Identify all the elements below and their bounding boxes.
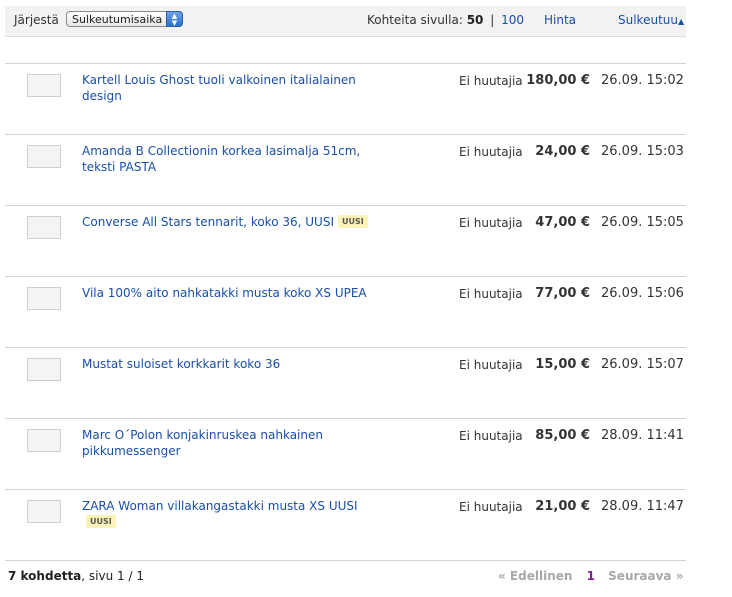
item-bids: Ei huutajia [459, 500, 523, 514]
item-thumbnail[interactable] [27, 145, 61, 168]
result-count: 7 kohdetta, sivu 1 / 1 [8, 569, 144, 583]
item-title-wrap: Converse All Stars tennarit, koko 36, UU… [82, 214, 382, 230]
item-closing-time: 26.09. 15:02 [601, 73, 684, 88]
item-list: Kartell Louis Ghost tuoli valkoinen ital… [5, 63, 686, 560]
list-item: Amanda B Collectionin korkea lasimalja 5… [5, 134, 686, 205]
item-title-link[interactable]: Amanda B Collectionin korkea lasimalja 5… [82, 144, 360, 174]
item-title-wrap: Mustat suloiset korkkarit koko 36 [82, 356, 382, 372]
item-thumbnail[interactable] [27, 500, 61, 523]
item-title-wrap: Marc O´Polon konjakinruskea nahkainen pi… [82, 427, 382, 459]
item-title-wrap: Kartell Louis Ghost tuoli valkoinen ital… [82, 72, 382, 104]
item-bids: Ei huutajia [459, 429, 523, 443]
item-price: 180,00 € [526, 73, 590, 88]
item-price: 24,00 € [535, 144, 590, 159]
per-page-50: 50 [466, 13, 484, 27]
sort-label: Järjestä [14, 13, 59, 27]
pagination: « Edellinen 1 Seuraava » [498, 569, 683, 583]
sort-select-value: Sulkeutumisaika [72, 13, 163, 26]
item-title-link[interactable]: ZARA Woman villakangastakki musta XS UUS… [82, 499, 358, 513]
item-title-wrap: ZARA Woman villakangastakki musta XS UUS… [82, 498, 382, 530]
per-page-separator: | [490, 13, 495, 27]
item-bids: Ei huutajia [459, 216, 523, 230]
sort-by-price-link[interactable]: Hinta [544, 13, 576, 27]
list-item: ZARA Woman villakangastakki musta XS UUS… [5, 489, 686, 560]
item-closing-time: 26.09. 15:03 [601, 144, 684, 159]
list-bottom-divider [5, 560, 686, 561]
item-price: 47,00 € [535, 215, 590, 230]
item-bids: Ei huutajia [459, 358, 523, 372]
list-item: Converse All Stars tennarit, koko 36, UU… [5, 205, 686, 276]
item-price: 15,00 € [535, 357, 590, 372]
item-title-link[interactable]: Kartell Louis Ghost tuoli valkoinen ital… [82, 73, 356, 103]
item-title-link[interactable]: Converse All Stars tennarit, koko 36, UU… [82, 215, 334, 229]
list-item: Mustat suloiset korkkarit koko 36 Ei huut… [5, 347, 686, 418]
item-bids: Ei huutajia [459, 74, 523, 88]
item-price: 21,00 € [535, 499, 590, 514]
item-closing-time: 28.09. 11:47 [601, 499, 684, 514]
item-title-wrap: Amanda B Collectionin korkea lasimalja 5… [82, 143, 382, 175]
item-bids: Ei huutajia [459, 287, 523, 301]
new-badge: UUSI [86, 515, 116, 528]
result-count-pages: , sivu 1 / 1 [81, 569, 144, 583]
per-page-control: Kohteita sivulla: 50 | 100 [367, 13, 524, 27]
item-closing-time: 26.09. 15:06 [601, 286, 684, 301]
updown-arrows-icon: ▲ ▼ [166, 11, 183, 27]
current-page-number: 1 [586, 569, 595, 583]
item-title-link[interactable]: Mustat suloiset korkkarit koko 36 [82, 357, 280, 371]
toolbar: Järjestä Sulkeutumisaika ▲ ▼ Kohteita siv… [5, 6, 686, 37]
new-badge: UUSI [337, 215, 368, 228]
item-thumbnail[interactable] [27, 429, 61, 452]
item-closing-time: 26.09. 15:07 [601, 357, 684, 372]
result-count-bold: 7 kohdetta [8, 569, 82, 583]
item-closing-time: 26.09. 15:05 [601, 215, 684, 230]
sort-ascending-icon: ▲ [677, 17, 685, 26]
sort-by-closing-link[interactable]: Sulkeutuu▲ [618, 13, 684, 27]
previous-page-link: « Edellinen [498, 569, 573, 583]
next-page-link: Seuraava » [608, 569, 684, 583]
closing-header-label: Sulkeutuu [618, 13, 678, 27]
item-thumbnail[interactable] [27, 74, 61, 97]
list-item: Vila 100% aito nahkatakki musta koko XS … [5, 276, 686, 347]
list-item: Kartell Louis Ghost tuoli valkoinen ital… [5, 63, 686, 134]
per-page-label: Kohteita sivulla: [367, 13, 463, 27]
list-item: Marc O´Polon konjakinruskea nahkainen pi… [5, 418, 686, 489]
sort-select[interactable]: Sulkeutumisaika ▲ ▼ [66, 11, 183, 27]
item-title-link[interactable]: Vila 100% aito nahkatakki musta koko XS … [82, 286, 367, 300]
item-thumbnail[interactable] [27, 358, 61, 381]
item-closing-time: 28.09. 11:41 [601, 428, 684, 443]
item-title-link[interactable]: Marc O´Polon konjakinruskea nahkainen pi… [82, 428, 323, 458]
item-price: 85,00 € [535, 428, 590, 443]
per-page-100-link[interactable]: 100 [501, 13, 524, 27]
item-bids: Ei huutajia [459, 145, 523, 159]
item-thumbnail[interactable] [27, 287, 61, 310]
item-price: 77,00 € [535, 286, 590, 301]
item-title-wrap: Vila 100% aito nahkatakki musta koko XS … [82, 285, 382, 301]
item-thumbnail[interactable] [27, 216, 61, 239]
